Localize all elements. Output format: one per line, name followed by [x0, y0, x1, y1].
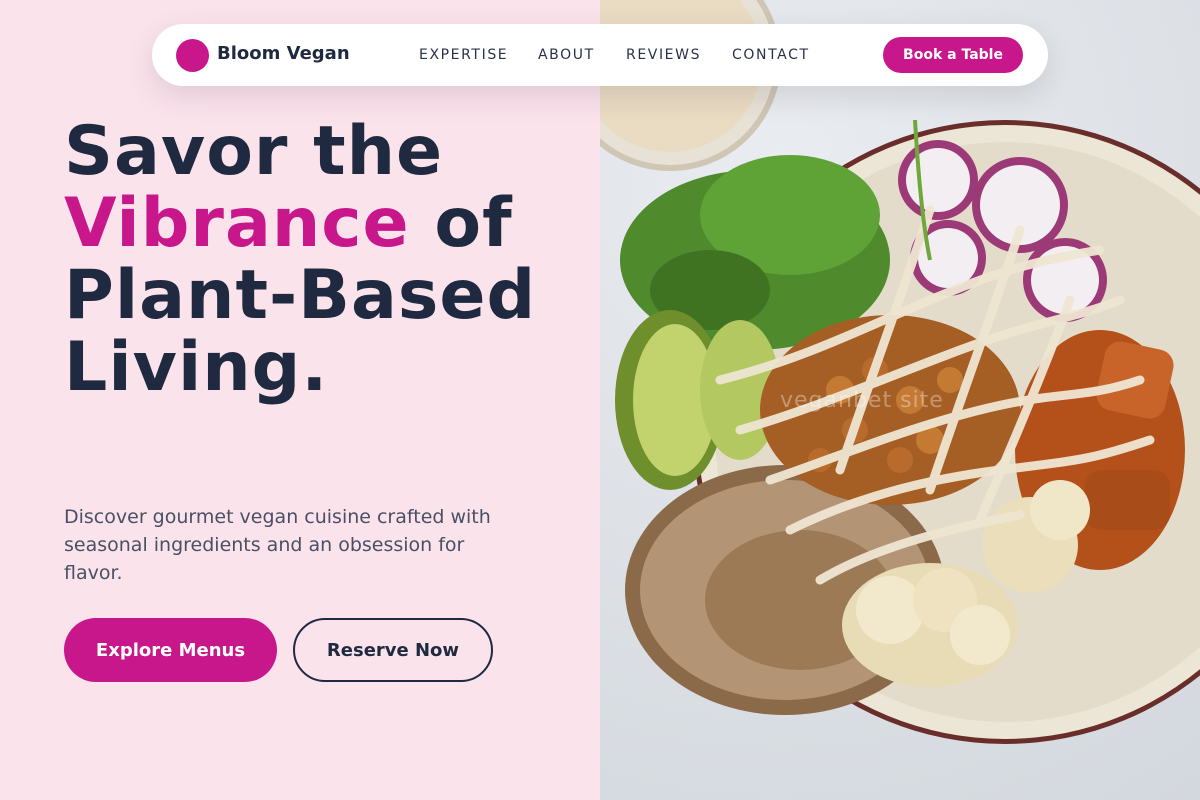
hero-food-image: veganbet site — [600, 0, 1200, 800]
hero-description: Discover gourmet vegan cuisine crafted w… — [64, 506, 491, 584]
hero-left-panel: Savor the Vibrance of Plant-Based Living.… — [0, 0, 600, 800]
top-navigation: Bloom Vegan EXPERTISE ABOUT REVIEWS CONT… — [152, 24, 1048, 86]
brand-name[interactable]: Bloom Vegan — [217, 43, 350, 64]
hero-title-line1: Savor the — [64, 112, 444, 191]
explore-menus-button[interactable]: Explore Menus — [64, 618, 277, 682]
hero-title: Savor the Vibrance of Plant-Based Living. — [64, 116, 584, 404]
image-watermark: veganbet site — [780, 388, 944, 413]
book-a-table-button[interactable]: Book a Table — [883, 37, 1023, 73]
nav-link-reviews[interactable]: REVIEWS — [626, 47, 701, 63]
nav-link-contact[interactable]: CONTACT — [732, 47, 810, 63]
pink-circle-logo-icon[interactable] — [176, 39, 209, 72]
reserve-now-button[interactable]: Reserve Now — [293, 618, 493, 682]
hero-title-accent: Vibrance — [64, 184, 410, 263]
nav-link-about[interactable]: ABOUT — [538, 47, 595, 63]
nav-link-expertise[interactable]: EXPERTISE — [419, 47, 508, 63]
